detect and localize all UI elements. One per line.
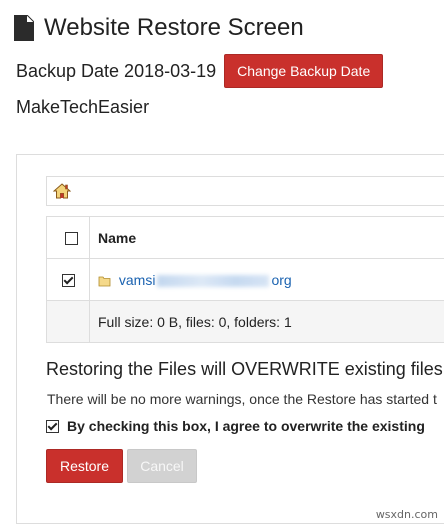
column-header-name[interactable]: Name: [89, 216, 444, 259]
row-name-cell: vamsi org: [89, 258, 444, 301]
site-name: MakeTechEasier: [16, 97, 150, 117]
home-icon[interactable]: [53, 183, 71, 199]
select-all-cell: [46, 216, 90, 259]
folder-name-prefix: vamsi: [118, 271, 156, 288]
agree-row[interactable]: By checking this box, I agree to overwri…: [46, 418, 425, 434]
page-header: Website Restore Screen: [14, 14, 304, 42]
row-check-cell: [46, 258, 90, 301]
summary-text: Full size: 0 B, files: 0, folders: 1: [89, 300, 444, 343]
agree-checkbox[interactable]: [46, 419, 59, 433]
table-header-row: Name: [46, 216, 444, 259]
page-title: Website Restore Screen: [44, 14, 304, 41]
agree-label[interactable]: By checking this box, I agree to overwri…: [67, 418, 425, 434]
restore-button[interactable]: Restore: [46, 449, 123, 483]
path-breadcrumb: [46, 176, 444, 206]
folder-link[interactable]: vamsi org: [119, 272, 292, 288]
file-table: Name vamsi org Full size: 0 B, files: 0, …: [46, 216, 444, 343]
cancel-button[interactable]: Cancel: [127, 449, 197, 483]
backup-date-row: Backup Date 2018-03-19 Change Backup Dat…: [16, 54, 384, 88]
overwrite-warning-text: There will be no more warnings, once the…: [47, 391, 437, 407]
redacted-text: [157, 274, 270, 287]
select-all-checkbox[interactable]: [65, 232, 78, 246]
summary-empty-cell: [46, 300, 90, 343]
change-backup-date-button[interactable]: Change Backup Date: [224, 54, 384, 88]
overwrite-warning-heading: Restoring the Files will OVERWRITE exist…: [46, 359, 443, 379]
folder-name-suffix: org: [271, 271, 292, 288]
summary-row: Full size: 0 B, files: 0, folders: 1: [46, 300, 444, 343]
table-row[interactable]: vamsi org: [46, 258, 444, 301]
document-icon: [14, 15, 34, 41]
folder-icon: [98, 276, 111, 287]
watermark: wsxdn.com: [375, 508, 438, 521]
backup-date-label: Backup Date 2018-03-19: [16, 60, 217, 81]
row-checkbox[interactable]: [61, 274, 75, 288]
